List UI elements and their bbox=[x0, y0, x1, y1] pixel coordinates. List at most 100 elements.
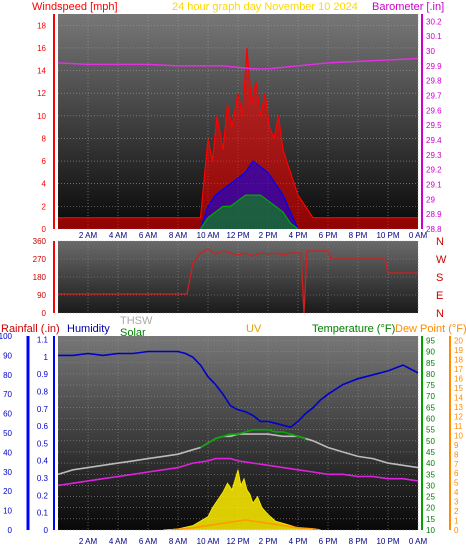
temperature-tick-label: 60 bbox=[426, 415, 435, 424]
humidity-label: Humidity bbox=[67, 323, 110, 335]
x-tick-label: 10 AM bbox=[197, 537, 220, 546]
x-tick-label: 4 PM bbox=[289, 537, 308, 546]
x-tick-label: 6 AM bbox=[139, 231, 158, 240]
windspeed-tick-label: 2 bbox=[42, 202, 47, 211]
x-tick-label: 2 AM bbox=[79, 231, 98, 240]
uv-tick-label: 16 bbox=[454, 375, 463, 384]
temperature-tick-label: 45 bbox=[426, 448, 435, 457]
humidity-tick-label: 80 bbox=[3, 371, 12, 380]
humidity-tick-label: 0 bbox=[8, 526, 13, 535]
barometer-tick-label: 30.1 bbox=[426, 32, 442, 41]
uv-tick-label: 17 bbox=[454, 365, 463, 374]
rain-tick-label: 1.1 bbox=[37, 335, 49, 344]
compass-label: S bbox=[436, 272, 443, 284]
humidity-tick-label: 70 bbox=[3, 390, 12, 399]
uv-tick-label: 11 bbox=[454, 422, 463, 431]
uv-tick-label: 14 bbox=[454, 394, 463, 403]
barometer-tick-label: 29.6 bbox=[426, 106, 442, 115]
rain-tick-label: 0.9 bbox=[37, 370, 49, 379]
uv-tick-label: 1 bbox=[454, 517, 459, 526]
rain-tick-label: 0 bbox=[44, 526, 49, 535]
temperature-tick-label: 85 bbox=[426, 359, 435, 368]
direction-tick-label: 360 bbox=[33, 237, 47, 246]
x-tick-label: 8 PM bbox=[349, 231, 368, 240]
humidity-tick-label: 100 bbox=[0, 332, 13, 341]
windspeed-tick-label: 16 bbox=[37, 44, 46, 53]
windspeed-tick-label: 14 bbox=[37, 67, 46, 76]
uv-tick-label: 19 bbox=[454, 346, 463, 355]
x-tick-label: 8 AM bbox=[169, 231, 188, 240]
x-tick-label: 4 PM bbox=[289, 231, 308, 240]
barometer-tick-label: 30 bbox=[426, 47, 435, 56]
x-tick-label: 8 AM bbox=[169, 537, 188, 546]
solar-label: Solar bbox=[120, 327, 146, 339]
uv-tick-label: 18 bbox=[454, 356, 463, 365]
temperature-tick-label: 55 bbox=[426, 426, 435, 435]
x-tick-label: 2 AM bbox=[79, 537, 98, 546]
temperature-tick-label: 80 bbox=[426, 370, 435, 379]
x-tick-label: 2 PM bbox=[259, 231, 278, 240]
barometer-tick-label: 29.7 bbox=[426, 92, 442, 101]
temperature-tick-label: 65 bbox=[426, 403, 435, 412]
thsw-label: THSW bbox=[120, 315, 153, 327]
windspeed-tick-label: 10 bbox=[37, 112, 46, 121]
x-tick-label: 10 PM bbox=[376, 231, 399, 240]
rain-tick-label: 0.3 bbox=[37, 474, 49, 483]
x-tick-label: 2 PM bbox=[259, 537, 278, 546]
compass-label: W bbox=[436, 254, 447, 266]
rain-tick-label: 0.8 bbox=[37, 387, 49, 396]
x-tick-label: 0 AM bbox=[409, 231, 428, 240]
compass-label: N bbox=[436, 308, 444, 320]
direction-tick-label: 180 bbox=[33, 273, 47, 282]
windspeed-tick-label: 0 bbox=[42, 225, 47, 234]
weather-graphs: Windspeed [mph] 24 hour graph day Novemb… bbox=[0, 1, 466, 546]
windspeed-tick-label: 18 bbox=[37, 21, 46, 30]
compass-label: N bbox=[436, 236, 444, 248]
barometer-axis-label: Barometer [.in] bbox=[372, 1, 444, 13]
temperature-tick-label: 75 bbox=[426, 381, 435, 390]
uv-tick-label: 15 bbox=[454, 384, 463, 393]
compass-label: E bbox=[436, 290, 443, 302]
x-tick-label: 10 PM bbox=[376, 537, 399, 546]
rain-tick-label: 0.7 bbox=[37, 405, 49, 414]
rain-tick-label: 0.2 bbox=[37, 491, 49, 500]
direction-tick-label: 0 bbox=[42, 309, 47, 318]
humidity-tick-label: 20 bbox=[3, 487, 12, 496]
temperature-label: Temperature (°F) bbox=[312, 323, 395, 335]
windspeed-tick-label: 8 bbox=[42, 134, 47, 143]
uv-tick-label: 3 bbox=[454, 498, 459, 507]
barometer-tick-label: 28.8 bbox=[426, 225, 442, 234]
humidity-tick-label: 60 bbox=[3, 410, 12, 419]
uv-tick-label: 0 bbox=[454, 526, 459, 535]
rain-tick-label: 0.6 bbox=[37, 422, 49, 431]
temperature-tick-label: 95 bbox=[426, 336, 435, 345]
barometer-tick-label: 29.8 bbox=[426, 77, 442, 86]
x-tick-label: 12 PM bbox=[226, 231, 249, 240]
barometer-tick-label: 29.3 bbox=[426, 151, 442, 160]
temperature-tick-label: 30 bbox=[426, 481, 435, 490]
temperature-tick-label: 20 bbox=[426, 504, 435, 513]
x-tick-label: 6 PM bbox=[319, 231, 338, 240]
rain-tick-label: 0.5 bbox=[37, 439, 49, 448]
rain-tick-label: 0.1 bbox=[37, 509, 49, 518]
temperature-tick-label: 15 bbox=[426, 515, 435, 524]
uv-tick-label: 8 bbox=[454, 450, 459, 459]
windspeed-axis-label: Windspeed [mph] bbox=[32, 1, 118, 13]
windspeed-tick-label: 4 bbox=[42, 180, 47, 189]
humidity-tick-label: 40 bbox=[3, 448, 12, 457]
direction-tick-label: 270 bbox=[33, 255, 47, 264]
humidity-tick-label: 90 bbox=[3, 351, 12, 360]
uv-tick-label: 4 bbox=[454, 488, 459, 497]
uv-tick-label: 7 bbox=[454, 460, 459, 469]
uv-tick-label: 9 bbox=[454, 441, 459, 450]
rain-tick-label: 0.4 bbox=[37, 457, 49, 466]
x-tick-label: 10 AM bbox=[197, 231, 220, 240]
humidity-tick-label: 10 bbox=[3, 507, 12, 516]
direction-tick-label: 90 bbox=[37, 291, 46, 300]
x-tick-label: 4 AM bbox=[109, 537, 128, 546]
barometer-tick-label: 28.9 bbox=[426, 210, 442, 219]
dewpoint-label: Dew Point (°F) bbox=[395, 323, 466, 335]
temperature-tick-label: 25 bbox=[426, 493, 435, 502]
x-tick-label: 4 AM bbox=[109, 231, 128, 240]
barometer-tick-label: 29.5 bbox=[426, 121, 442, 130]
